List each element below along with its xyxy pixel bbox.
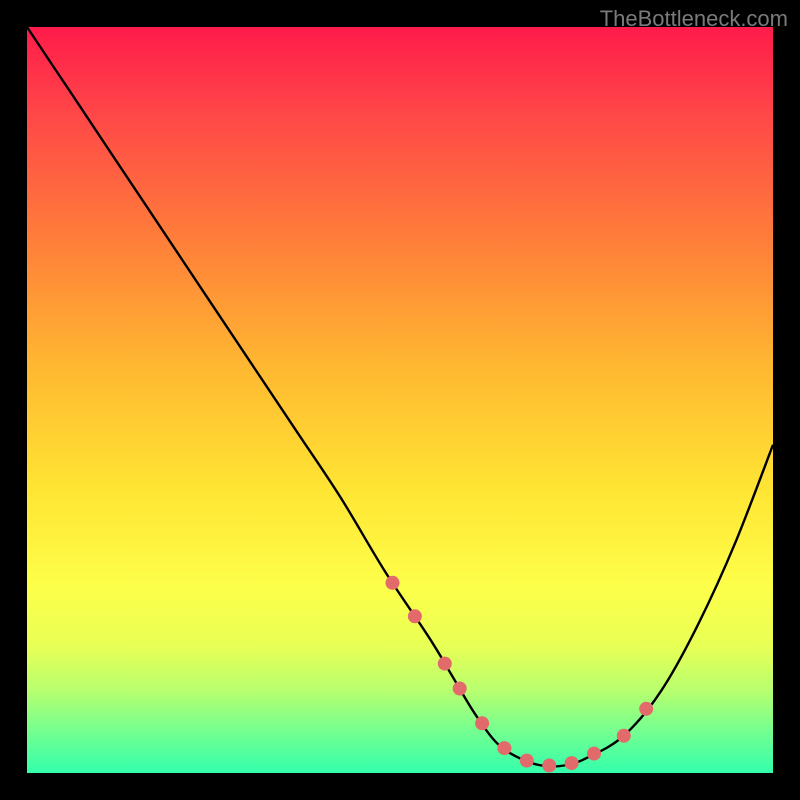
optimal-marker [542, 759, 556, 773]
optimal-marker [565, 756, 579, 770]
optimal-marker [408, 609, 422, 623]
optimal-marker [453, 682, 467, 696]
optimal-marker [475, 716, 489, 730]
optimal-marker [639, 702, 653, 716]
optimal-marker [617, 729, 631, 743]
optimal-marker [497, 741, 511, 755]
optimal-marker [386, 576, 400, 590]
watermark-text: TheBottleneck.com [600, 6, 788, 32]
optimal-marker [520, 754, 534, 768]
curve-line [27, 27, 773, 766]
bottleneck-curve [27, 27, 773, 773]
optimal-marker [587, 747, 601, 761]
optimal-marker [438, 657, 452, 671]
